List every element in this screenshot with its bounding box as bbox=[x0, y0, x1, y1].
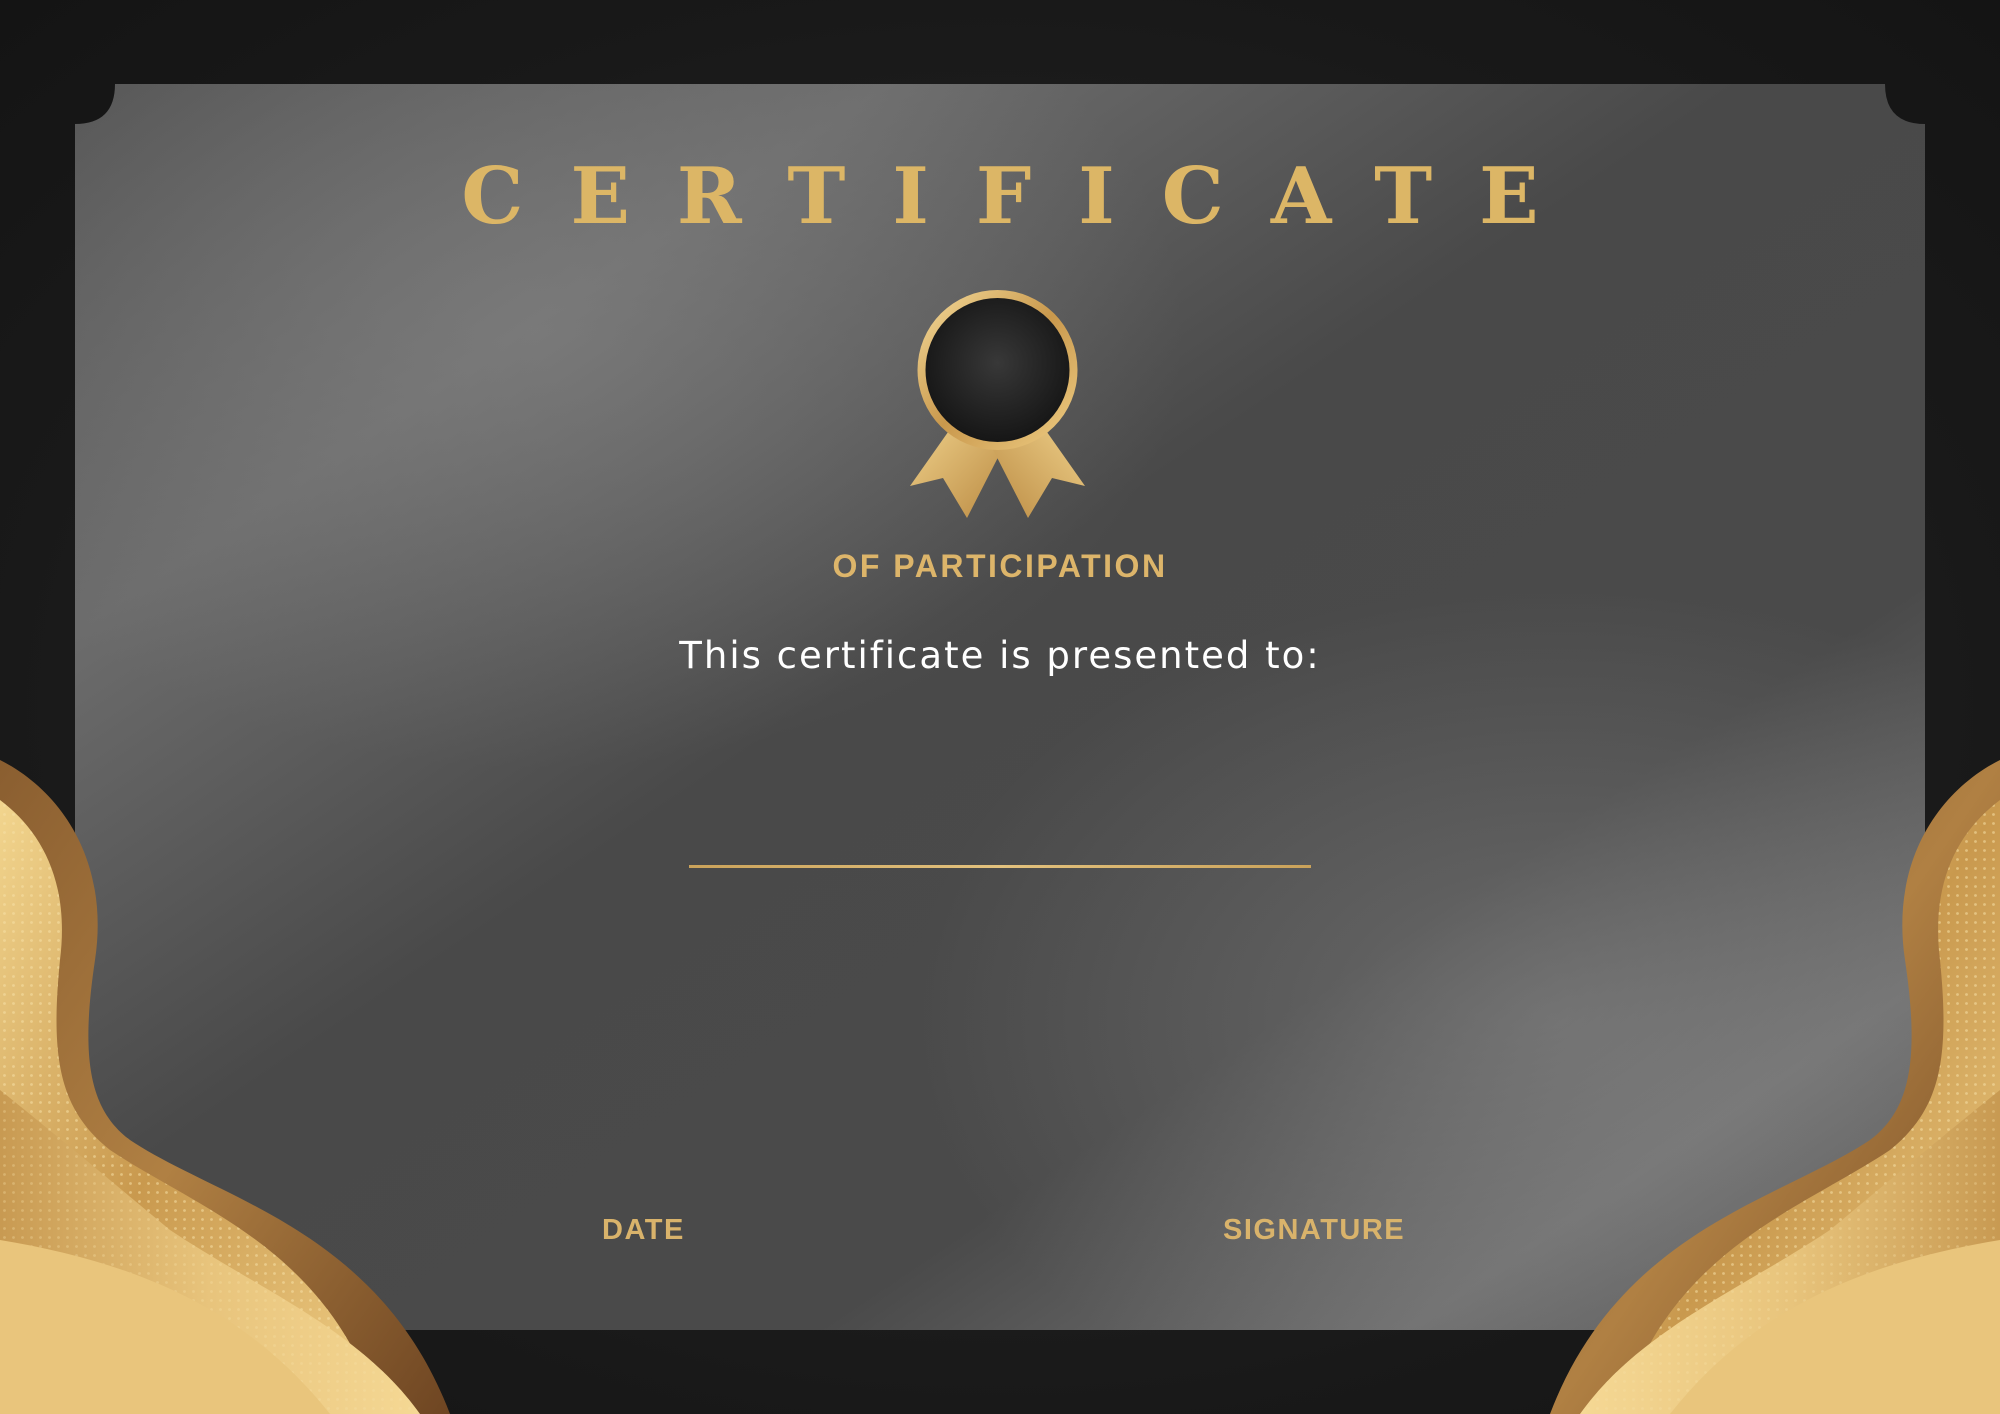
recipient-name-line bbox=[689, 865, 1311, 868]
signature-label: SIGNATURE bbox=[1223, 1214, 1406, 1246]
date-label: DATE bbox=[602, 1214, 685, 1246]
certificate-title: CERTIFICATE bbox=[461, 151, 1586, 242]
certificate-page: CERTIFICATE OF PARTICIPATION This certif… bbox=[0, 0, 2000, 1414]
medal-icon bbox=[910, 290, 1085, 518]
presented-to-text: This certificate is presented to: bbox=[679, 634, 1321, 677]
certificate-subtitle: OF PARTICIPATION bbox=[832, 548, 1168, 584]
